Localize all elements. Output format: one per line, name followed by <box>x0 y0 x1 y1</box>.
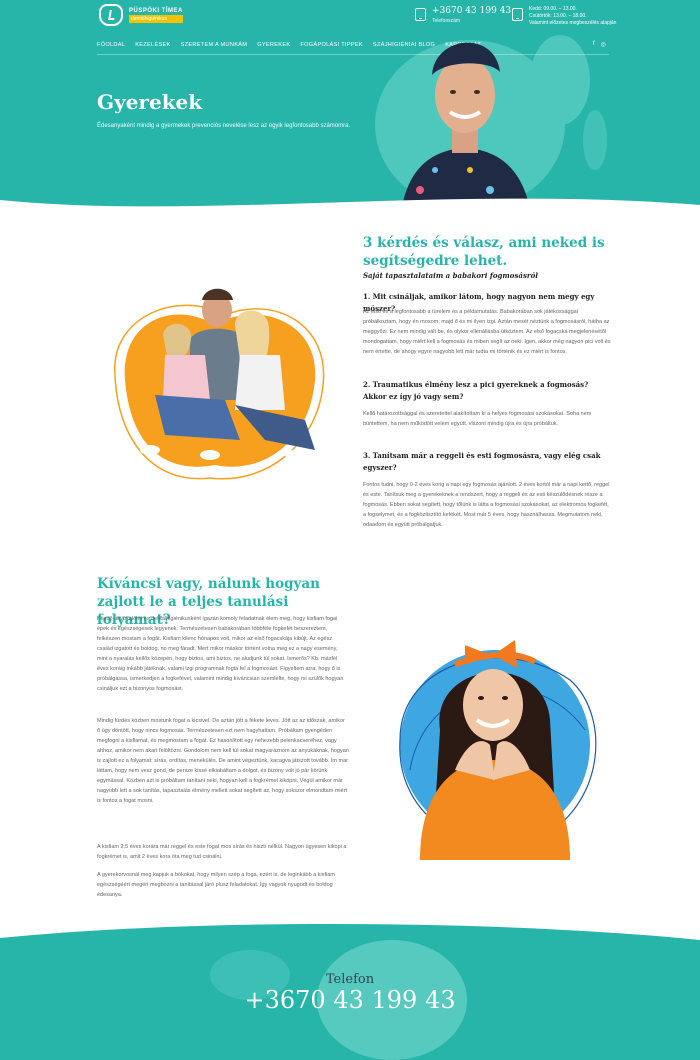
tooth-icon <box>99 4 123 26</box>
hours-line-3: Valamint előzetes megbeszélés alapján <box>529 20 617 26</box>
header-phone[interactable]: +3670 43 199 43 <box>432 6 511 16</box>
smiling-girl-photo-image <box>399 640 597 860</box>
nav-item-gyerekek[interactable]: GYEREKEK <box>257 42 290 48</box>
nav-item-fogapolasi-tippek[interactable]: FOGÁPOLÁSI TIPPEK <box>300 42 363 48</box>
faq-question-2: 2. Traumatikus élmény lesz a pici gyerek… <box>363 380 589 401</box>
facebook-icon[interactable]: f <box>593 41 595 48</box>
family-photo-image <box>114 288 325 480</box>
brand-tagline: dentálhigiénikus <box>129 14 183 23</box>
hours-line-1: Kedd: 09.00. – 13.00. <box>529 6 577 12</box>
hero-lead: Édesanyaként mindig a gyermekek prevenci… <box>97 123 351 129</box>
brand-logo[interactable]: PÜSPÖKI TÍMEA dentálhigiénikus <box>99 4 183 26</box>
footer-phone-number[interactable]: +3670 43 199 43 <box>0 986 700 1014</box>
faq-answer-3: Fontos tudni, hogy 0-2 éves korig a napi… <box>363 482 610 528</box>
nav-item-kezelesek[interactable]: KEZELÉSEK <box>135 42 170 48</box>
learning-paragraph-1: Kezdő anyukaként és dentálhigiénikusként… <box>97 616 344 692</box>
faq-question-3: 3. Tanítsam már a reggeli és esti fogmos… <box>363 451 601 472</box>
instagram-icon[interactable]: ◎ <box>601 41 606 48</box>
page-title: Gyerekek <box>97 90 203 114</box>
social-links: f ◎ <box>593 41 606 48</box>
footer-phone-label: Telefon <box>325 972 375 987</box>
nav-item-szeretem-a-munkam[interactable]: SZERETEM A MUNKÁM <box>181 42 248 48</box>
nav-item-fooldal[interactable]: FŐOLDAL <box>97 42 125 48</box>
brand-name: PÜSPÖKI TÍMEA <box>129 7 183 14</box>
learning-paragraph-4: A gyerekorvosnál meg kapjuk a bókokat, h… <box>97 872 335 898</box>
learning-paragraph-2: Mindig fürdés közben mostunk fogat a kic… <box>97 718 349 804</box>
faq-answer-2: Kellő határozottsággal és szeretettel al… <box>363 411 592 427</box>
hero-section: PÜSPÖKI TÍMEA dentálhigiénikus +3670 43 … <box>0 0 700 225</box>
hero-wave-divider <box>0 198 700 225</box>
hours-line-2: Csütörtök: 13.00. – 18.00. <box>529 13 587 19</box>
learning-paragraph-3: A kisfiam 2,5 éves korára már reggel és … <box>97 844 347 860</box>
faq-subtitle: Saját tapasztalataim a babakori fogmosás… <box>363 271 538 280</box>
faq-answer-1: Az első és a legfontosabb a türelem és a… <box>363 309 611 355</box>
faq-title: 3 kérdés és válasz, ami neked is segítsé… <box>363 235 605 269</box>
